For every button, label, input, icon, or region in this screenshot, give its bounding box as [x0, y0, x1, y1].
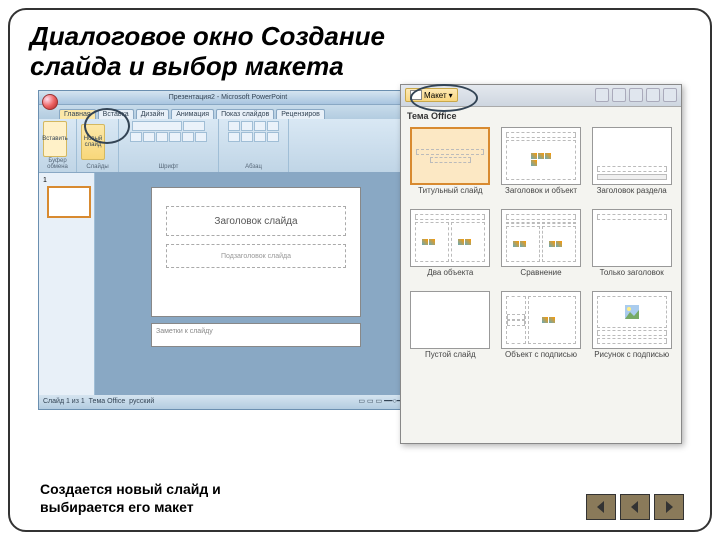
status-theme: Тема Office	[89, 398, 126, 405]
layout-cell: Заголовок и объект	[498, 127, 585, 205]
align-left-button[interactable]	[228, 132, 240, 142]
slide-title-placeholder[interactable]: Заголовок слайда	[166, 206, 346, 236]
notes-pane[interactable]: Заметки к слайду	[151, 323, 361, 347]
align-justify-button[interactable]	[267, 132, 279, 142]
pp-titlebar: Презентация2 - Microsoft PowerPoint	[39, 91, 417, 105]
nav-back-button[interactable]	[620, 494, 650, 520]
popup-toolbar	[595, 88, 677, 102]
nav-next-button[interactable]	[654, 494, 684, 520]
paste-button[interactable]: Вставить	[43, 121, 67, 157]
layout-option-caption[interactable]	[501, 291, 581, 349]
paste-label: Вставить	[42, 136, 67, 142]
layout-name-label: Пустой слайд	[407, 351, 494, 369]
main-area: Презентация2 - Microsoft PowerPoint Глав…	[30, 90, 690, 450]
bullets-button[interactable]	[228, 121, 240, 131]
popup-tool-3[interactable]	[629, 88, 643, 102]
group-clipboard-label: Буфер обмена	[43, 158, 72, 170]
office-button[interactable]	[42, 94, 58, 110]
popup-tool-1[interactable]	[595, 88, 609, 102]
popup-tool-2[interactable]	[612, 88, 626, 102]
align-center-button[interactable]	[241, 132, 253, 142]
strike-button[interactable]	[169, 132, 181, 142]
layout-name-label: Рисунок с подписью	[588, 351, 675, 369]
slide-canvas: Заголовок слайда Подзаголовок слайда Зам…	[95, 173, 417, 395]
layout-popup: Макет ▾ Тема Office Титульный слайдЗагол…	[400, 84, 682, 444]
layout-option-compare[interactable]	[501, 209, 581, 267]
status-language: русский	[129, 398, 154, 405]
layout-option-only_title[interactable]	[592, 209, 672, 267]
layout-cell: Только заголовок	[588, 209, 675, 287]
popup-tool-4[interactable]	[646, 88, 660, 102]
layout-cell: Заголовок раздела	[588, 127, 675, 205]
popup-tool-5[interactable]	[663, 88, 677, 102]
indent-button[interactable]	[254, 121, 266, 131]
layout-option-section[interactable]	[592, 127, 672, 185]
highlight-circle-newslide	[84, 108, 130, 144]
slide-subtitle-placeholder[interactable]: Подзаголовок слайда	[166, 244, 346, 268]
font-select[interactable]	[132, 121, 182, 131]
layout-cell: Два объекта	[407, 209, 494, 287]
group-paragraph-label: Абзац	[223, 164, 284, 170]
slide-editor[interactable]: Заголовок слайда Подзаголовок слайда	[151, 187, 361, 317]
layout-name-label: Титульный слайд	[407, 187, 494, 205]
tab-slideshow[interactable]: Показ слайдов	[216, 109, 274, 119]
layout-option-pic[interactable]	[592, 291, 672, 349]
layout-name-label: Только заголовок	[588, 269, 675, 287]
layout-name-label: Объект с подписью	[498, 351, 585, 369]
pp-body: 1 Заголовок слайда Подзаголовок слайда З…	[39, 173, 417, 395]
font-size[interactable]	[183, 121, 205, 131]
tab-animation[interactable]: Анимация	[171, 109, 214, 119]
status-bar: Слайд 1 из 1 Тема Office русский ▭ ▭ ▭ ━…	[39, 395, 417, 409]
group-paragraph: Абзац	[219, 119, 289, 172]
layout-cell: Пустой слайд	[407, 291, 494, 369]
page-frame: Диалоговое окно Создание слайда и выбор …	[8, 8, 712, 532]
layout-name-label: Два объекта	[407, 269, 494, 287]
nav-prev-button[interactable]	[586, 494, 616, 520]
group-slides-label: Слайды	[81, 164, 114, 170]
align-right-button[interactable]	[254, 132, 266, 142]
outdent-button[interactable]	[267, 121, 279, 131]
tab-design[interactable]: Дизайн	[136, 109, 170, 119]
group-font-label: Шрифт	[123, 164, 214, 170]
shadow-button[interactable]	[182, 132, 194, 142]
highlight-circle-layout	[410, 84, 478, 112]
title-line2: слайда и выбор макета	[30, 51, 344, 81]
layout-cell: Рисунок с подписью	[588, 291, 675, 369]
layout-cell: Объект с подписью	[498, 291, 585, 369]
layout-name-label: Заголовок и объект	[498, 187, 585, 205]
title-line1: Диалоговое окно Создание	[30, 21, 385, 51]
layout-name-label: Заголовок раздела	[588, 187, 675, 205]
numbering-button[interactable]	[241, 121, 253, 131]
bold-button[interactable]	[130, 132, 142, 142]
group-font: Шрифт	[119, 119, 219, 172]
page-title: Диалоговое окно Создание слайда и выбор …	[30, 22, 690, 82]
layout-cell: Титульный слайд	[407, 127, 494, 205]
thumbnail-pane[interactable]: 1	[39, 173, 95, 395]
layout-option-title_content[interactable]	[501, 127, 581, 185]
layout-option-blank[interactable]	[410, 291, 490, 349]
status-slide-count: Слайд 1 из 1	[43, 398, 85, 405]
layout-name-label: Сравнение	[498, 269, 585, 287]
font-color-button[interactable]	[195, 132, 207, 142]
layout-option-two[interactable]	[410, 209, 490, 267]
layout-grid: Титульный слайдЗаголовок и объектЗаголов…	[401, 125, 681, 371]
nav-buttons	[586, 494, 684, 520]
italic-button[interactable]	[143, 132, 155, 142]
slide-thumbnail-1[interactable]	[47, 186, 91, 218]
layout-option-title[interactable]	[410, 127, 490, 185]
underline-button[interactable]	[156, 132, 168, 142]
layout-cell: Сравнение	[498, 209, 585, 287]
tab-review[interactable]: Рецензиров	[276, 109, 325, 119]
group-clipboard: Вставить Буфер обмена	[39, 119, 77, 172]
slide-caption: Создается новый слайд и выбирается его м…	[40, 480, 280, 516]
